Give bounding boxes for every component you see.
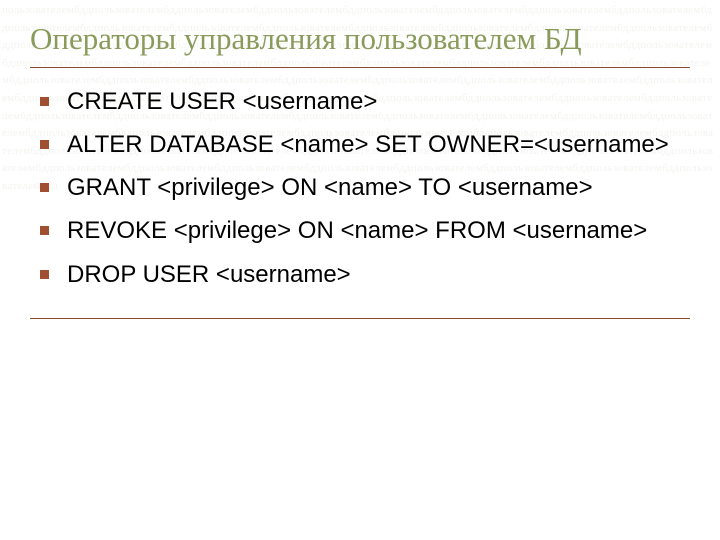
- bullet-icon: [40, 97, 49, 106]
- list-item: CREATE USER <username>: [40, 86, 690, 117]
- item-text: REVOKE <privilege> ON <name> FROM <usern…: [67, 215, 690, 246]
- list-item: DROP USER <username>: [40, 259, 690, 290]
- bullet-list: CREATE USER <username> ALTER DATABASE <n…: [30, 86, 690, 290]
- item-text: CREATE USER <username>: [67, 86, 690, 117]
- slide-content: Операторы управления пользователем БД CR…: [0, 0, 720, 339]
- bullet-icon: [40, 270, 49, 279]
- bullet-icon: [40, 140, 49, 149]
- item-text: GRANT <privilege> ON <name> TO <username…: [67, 172, 690, 203]
- list-item: GRANT <privilege> ON <name> TO <username…: [40, 172, 690, 203]
- bullet-icon: [40, 183, 49, 192]
- list-item: ALTER DATABASE <name> SET OWNER=<usernam…: [40, 129, 690, 160]
- bottom-divider: [30, 318, 690, 319]
- list-item: REVOKE <privilege> ON <name> FROM <usern…: [40, 215, 690, 246]
- bullet-icon: [40, 226, 49, 235]
- item-text: ALTER DATABASE <name> SET OWNER=<usernam…: [67, 129, 690, 160]
- item-text: DROP USER <username>: [67, 259, 690, 290]
- slide-title: Операторы управления пользователем БД: [30, 20, 690, 68]
